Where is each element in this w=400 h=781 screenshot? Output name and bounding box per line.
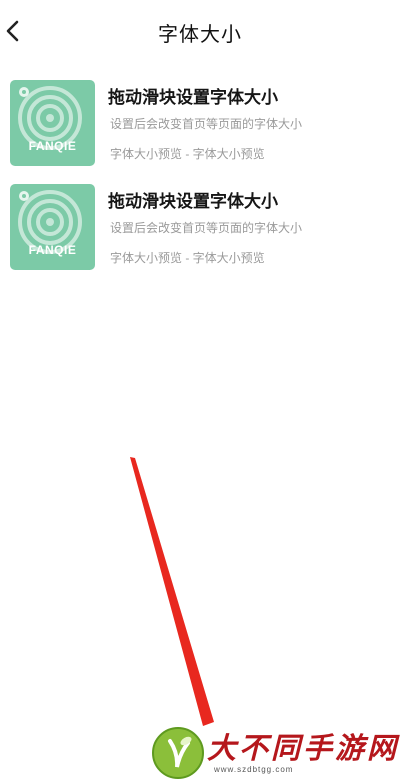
- list-item[interactable]: FANQIE 拖动滑块设置字体大小 设置后会改变首页等页面的字体大小 字体大小预…: [0, 180, 400, 284]
- thumbnail-image: FANQIE: [10, 184, 95, 270]
- list-item[interactable]: FANQIE 拖动滑块设置字体大小 设置后会改变首页等页面的字体大小 字体大小预…: [0, 76, 400, 180]
- item-meta: 字体大小预览 - 字体大小预览: [110, 251, 265, 265]
- item-title: 拖动滑块设置字体大小: [108, 88, 278, 107]
- item-title: 拖动滑块设置字体大小: [108, 192, 278, 211]
- watermark-name: 大不同手游网: [207, 733, 400, 765]
- thumbnail-label: FANQIE: [28, 139, 77, 153]
- page-title: 字体大小: [158, 24, 242, 46]
- thumbnail-label: FANQIE: [28, 243, 77, 257]
- content-list: FANQIE 拖动滑块设置字体大小 设置后会改变首页等页面的字体大小 字体大小预…: [0, 76, 400, 284]
- top-navigation-bar: 字体大小: [0, 0, 400, 64]
- site-watermark: 大不同手游网 www.szdbtgg.com: [150, 723, 400, 781]
- thumbnail-image: FANQIE: [10, 80, 95, 166]
- watermark-url: www.szdbtgg.com: [214, 765, 294, 774]
- item-description: 设置后会改变首页等页面的字体大小: [110, 221, 303, 235]
- item-meta: 字体大小预览 - 字体大小预览: [110, 147, 265, 161]
- item-description: 设置后会改变首页等页面的字体大小: [110, 117, 303, 131]
- watermark-logo-icon: [152, 727, 204, 779]
- ripple-logo-icon: [18, 86, 82, 150]
- ripple-logo-icon: [18, 190, 82, 254]
